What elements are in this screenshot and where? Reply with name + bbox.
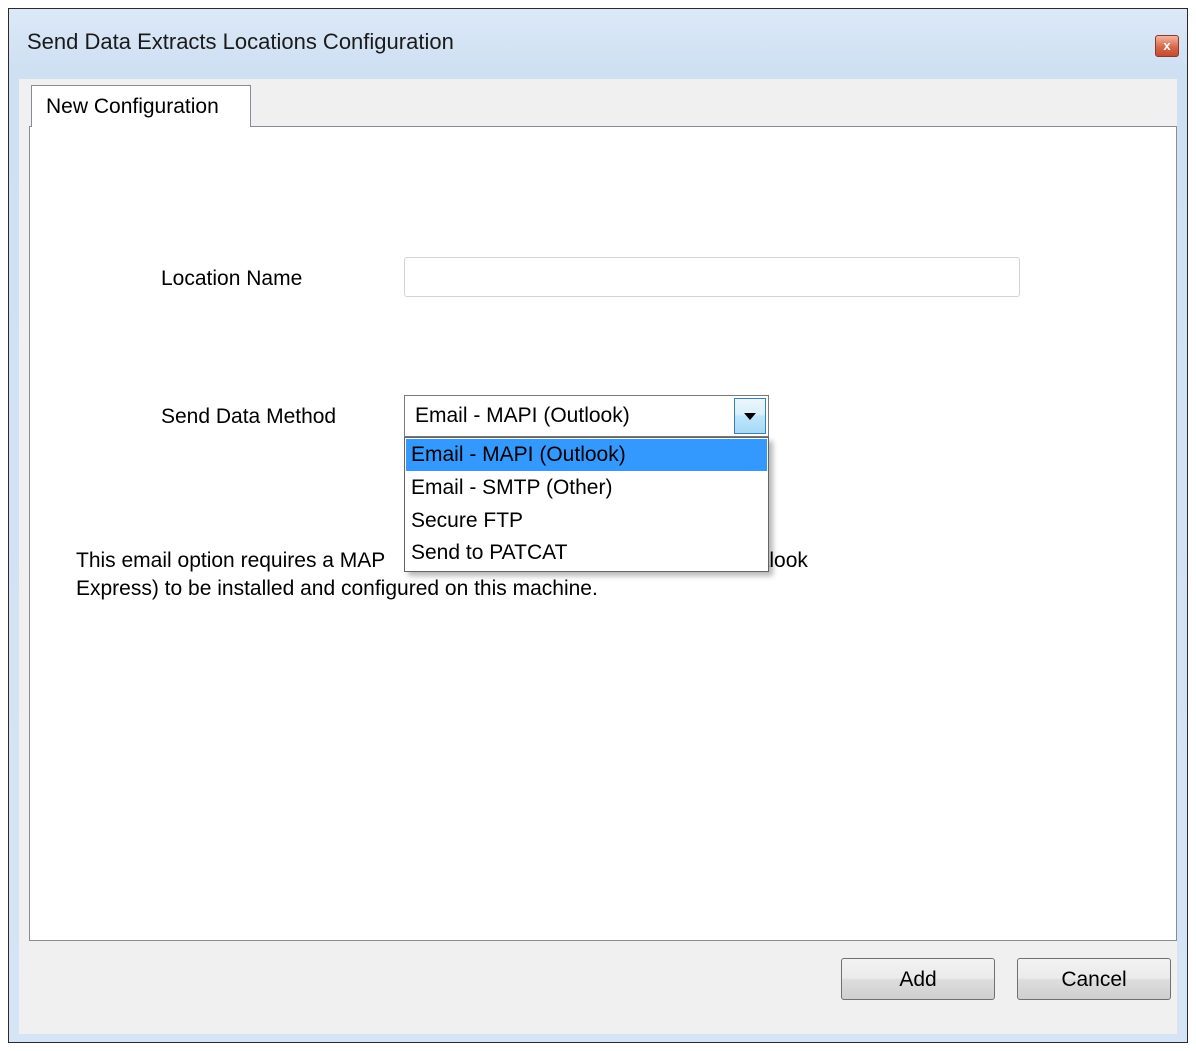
- info-line-2: Express) to be installed and configured …: [76, 577, 598, 600]
- tab-new-configuration[interactable]: New Configuration: [31, 85, 251, 127]
- title-bar[interactable]: Send Data Extracts Locations Configurati…: [9, 9, 1187, 79]
- option-send-to-patcat[interactable]: Send to PATCAT: [406, 537, 767, 569]
- window-title: Send Data Extracts Locations Configurati…: [27, 29, 454, 54]
- chevron-down-icon: [744, 413, 756, 420]
- location-name-input[interactable]: [404, 257, 1020, 297]
- add-button[interactable]: Add: [841, 958, 995, 1000]
- option-email-mapi[interactable]: Email - MAPI (Outlook): [406, 439, 767, 471]
- send-data-method-label: Send Data Method: [161, 405, 337, 428]
- tab-panel: Location Name Send Data Method Email - M…: [29, 126, 1177, 941]
- info-line-1-left: This email option requires a MAP: [76, 549, 386, 572]
- send-data-method-value: Email - MAPI (Outlook): [415, 404, 630, 427]
- dialog-client-area: New Configuration Location Name Send Dat…: [19, 79, 1177, 1034]
- cancel-button[interactable]: Cancel: [1017, 958, 1171, 1000]
- tab-label: New Configuration: [46, 95, 219, 118]
- option-email-smtp[interactable]: Email - SMTP (Other): [406, 472, 767, 504]
- send-data-method-options: Email - MAPI (Outlook) Email - SMTP (Oth…: [404, 437, 769, 572]
- dropdown-button[interactable]: [734, 398, 766, 434]
- close-icon: x: [1163, 38, 1171, 53]
- close-button[interactable]: x: [1155, 35, 1179, 57]
- option-secure-ftp[interactable]: Secure FTP: [406, 505, 767, 537]
- location-name-label: Location Name: [161, 267, 303, 290]
- dialog-window: Send Data Extracts Locations Configurati…: [8, 8, 1188, 1043]
- send-data-method-select[interactable]: Email - MAPI (Outlook): [404, 395, 769, 437]
